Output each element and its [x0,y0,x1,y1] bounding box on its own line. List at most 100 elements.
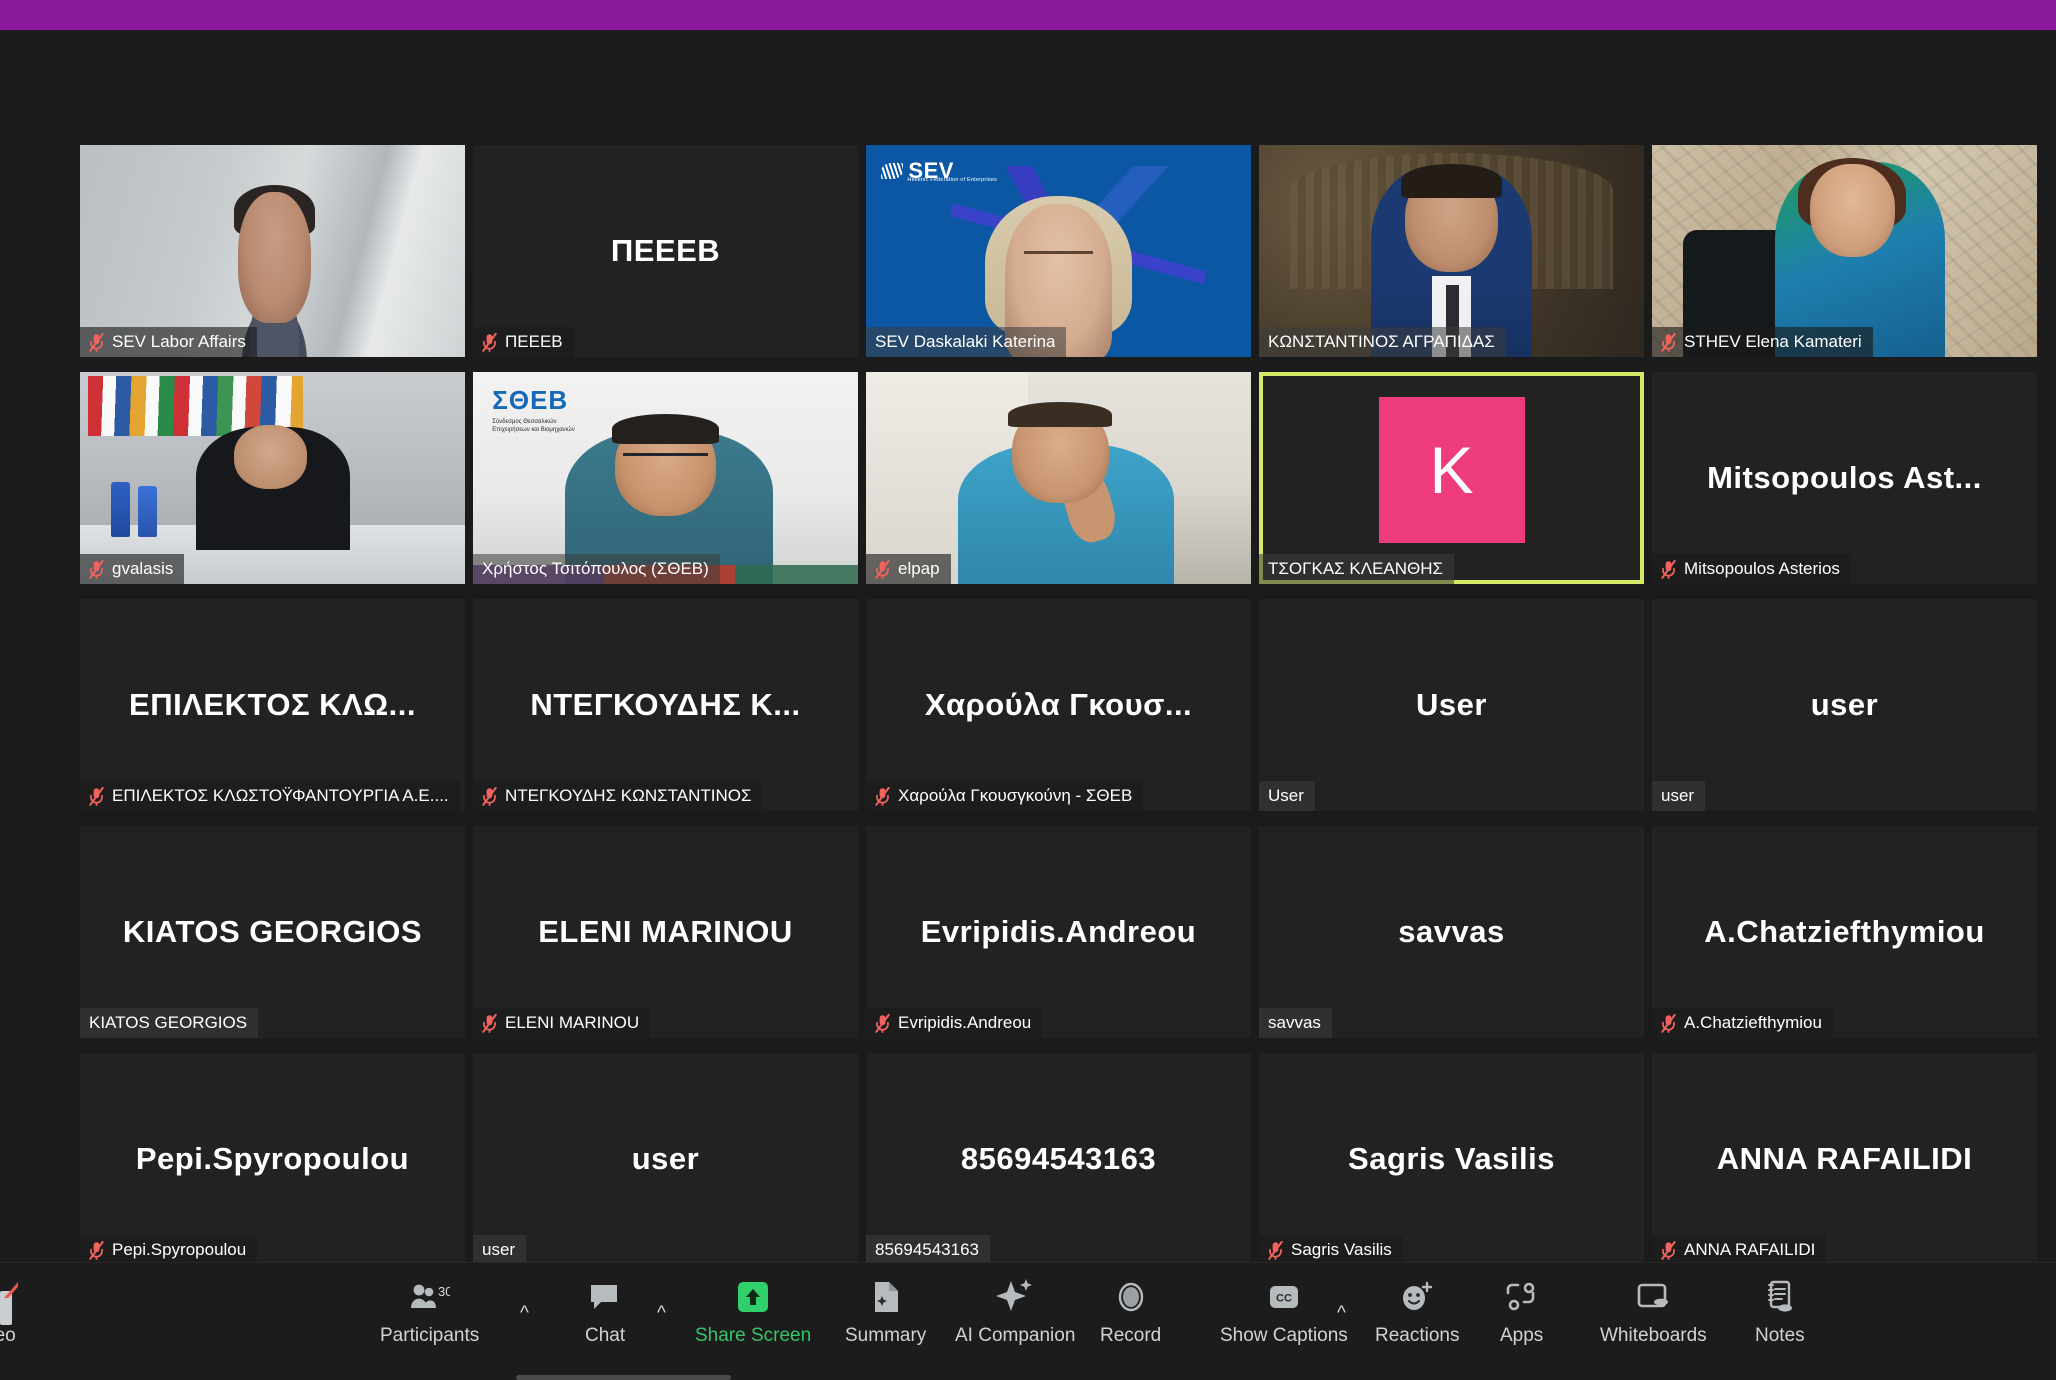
video-stream [1652,145,2037,357]
participant-tile[interactable]: ΠΕΕΕΒ ΠΕΕΕΒ [473,145,858,357]
participant-name: Pepi.Spyropoulou [112,1240,247,1259]
video-button[interactable]: deo [0,1277,16,1347]
gallery-row: SEV Labor Affairs ΠΕΕΕΒ ΠΕΕΕΒ SEV Hellenic F… [80,145,2037,357]
video-stream [80,372,465,584]
participants-caret-icon[interactable]: ^ [520,1303,529,1325]
participant-name: Mitsopoulos Asterios [1684,559,1840,578]
participant-tile[interactable]: user user [1652,599,2037,811]
participant-tile[interactable]: SEV Hellenic Federation of Enterprises SEV… [866,145,1251,357]
mic-muted-icon [1661,332,1676,352]
reactions-button[interactable]: Reactions [1375,1277,1460,1347]
participant-tile[interactable]: savvas savvas [1259,826,1644,1038]
summary-button[interactable]: Summary [845,1277,926,1347]
tile-display-name: KIATOS GEORGIOS [122,914,423,949]
tile-display-name: User [1416,687,1487,722]
ai-sparkle-icon [995,1277,1035,1317]
gallery-row: ΕΠΙΛΕΚΤΟΣ ΚΛΩ... ΕΠΙΛΕΚΤΟΣ ΚΛΩΣΤΟΫΦΑΝΤΟΥΡ… [80,599,2037,811]
video-stream [1259,145,1644,357]
participant-name: KIATOS GEORGIOS [89,1013,248,1032]
tile-display-name: user [1810,687,1879,722]
mic-muted-icon [1661,1013,1676,1033]
participant-tile[interactable]: Mitsopoulos Ast... Mitsopoulos Asterios [1652,372,2037,584]
participant-tile[interactable]: ΚΩΝΣΤΑΝΤΙΝΟΣ ΑΓΡΑΠΙΔΑΣ [1259,145,1644,357]
participant-tile[interactable]: ΣΘΕΒ Σύνδεσμος Θεσσαλικών Επιχειρήσεων και… [473,372,858,584]
participant-name-label: KIATOS GEORGIOS [80,1008,259,1038]
show-captions-label: Show Captions [1220,1325,1348,1346]
participant-name-label: STHEV Elena Kamateri [1652,327,1873,357]
participant-tile[interactable]: ΝΤΕΓΚΟΥΔΗΣ Κ... ΝΤΕΓΚΟΥΔΗΣ ΚΩΝΣΤΑΝΤΙΝΟΣ [473,599,858,811]
participant-tile[interactable]: user user [473,1053,858,1265]
record-label: Record [1100,1325,1162,1346]
tile-display-name: savvas [1398,914,1505,949]
gallery-row: Pepi.Spyropoulou Pepi.Spyropoulou user user… [80,1053,2037,1265]
participants-button[interactable]: 30 Participants [380,1277,479,1347]
mic-muted-icon [1661,1240,1676,1260]
apps-label: Apps [1500,1325,1544,1346]
share-screen-button[interactable]: Share Screen [695,1277,811,1347]
mic-muted-icon [875,559,890,579]
share-screen-icon [734,1277,772,1317]
participant-tile[interactable]: Evripidis.Andreou Evripidis.Andreou [866,826,1251,1038]
horizontal-scrollbar[interactable] [516,1375,731,1380]
mic-muted-icon [875,1013,890,1033]
show-captions-button[interactable]: CC Show Captions [1220,1277,1348,1347]
participant-name: savvas [1268,1013,1321,1032]
tile-display-name: Sagris Vasilis [1348,1141,1555,1176]
mic-muted-icon [89,786,104,806]
notes-label: Notes [1755,1325,1805,1346]
ai-companion-button[interactable]: AI Companion [955,1277,1075,1347]
participant-tile[interactable]: Sagris Vasilis Sagris Vasilis [1259,1053,1644,1265]
participant-name-label: user [1652,781,1706,811]
participant-name: SEV Labor Affairs [112,332,246,351]
participant-name-label: gvalasis [80,554,185,584]
participant-name: ANNA RAFAILIDI [1684,1240,1816,1259]
notes-button[interactable]: Notes [1755,1277,1805,1347]
summary-icon [870,1277,902,1317]
tile-display-name: Pepi.Spyropoulou [135,1141,410,1176]
participants-icon: 30 [410,1277,450,1317]
whiteboards-label: Whiteboards [1600,1325,1707,1346]
participant-tile[interactable]: Pepi.Spyropoulou Pepi.Spyropoulou [80,1053,465,1265]
participant-name: STHEV Elena Kamateri [1684,332,1862,351]
reactions-smiley-icon [1398,1277,1436,1317]
participant-tile[interactable]: SEV Labor Affairs [80,145,465,357]
whiteboards-button[interactable]: Whiteboards [1600,1277,1707,1347]
gallery-row: KIATOS GEORGIOS KIATOS GEORGIOS ELENI MARI… [80,826,2037,1038]
participant-name: user [1661,786,1695,805]
participant-tile[interactable]: ANNA RAFAILIDI ANNA RAFAILIDI [1652,1053,2037,1265]
participant-name-label: elpap [866,554,951,584]
tile-display-name: ELENI MARINOU [538,914,793,949]
mic-muted-icon [89,559,104,579]
chat-caret-icon[interactable]: ^ [657,1303,666,1325]
participant-name: user [482,1240,516,1259]
whiteboard-icon [1634,1277,1672,1317]
participant-tile[interactable]: gvalasis [80,372,465,584]
summary-label: Summary [845,1325,927,1346]
participant-gallery: SEV Labor Affairs ΠΕΕΕΒ ΠΕΕΕΒ SEV Hellenic F… [80,145,2037,1265]
video-label: deo [0,1325,16,1346]
participant-name: ELENI MARINOU [505,1013,640,1032]
apps-button[interactable]: Apps [1500,1277,1543,1347]
meeting-toolbar: deo 30 Participants ^ Chat ^ [0,1262,2056,1380]
participant-name-label: savvas [1259,1008,1332,1038]
notes-icon [1763,1277,1797,1317]
participant-tile[interactable]: User User [1259,599,1644,811]
mic-muted-icon [89,332,104,352]
captions-caret-icon[interactable]: ^ [1337,1303,1346,1325]
participant-tile[interactable]: A.Chatziefthymiou A.Chatziefthymiou [1652,826,2037,1038]
ai-companion-label: AI Companion [955,1325,1076,1346]
participant-tile[interactable]: ΕΠΙΛΕΚΤΟΣ ΚΛΩ... ΕΠΙΛΕΚΤΟΣ ΚΛΩΣΤΟΫΦΑΝΤΟΥΡ… [80,599,465,811]
participant-name-label: ANNA RAFAILIDI [1652,1235,1827,1265]
participant-tile[interactable]: ELENI MARINOU ELENI MARINOU [473,826,858,1038]
participant-tile[interactable]: 85694543163 85694543163 [866,1053,1251,1265]
participant-name: elpap [898,559,940,578]
participant-tile[interactable]: elpap [866,372,1251,584]
participant-tile[interactable]: Χαρούλα Γκουσ... Χαρούλα Γκουσγκούνη - ΣΘ… [866,599,1251,811]
participant-tile[interactable]: STHEV Elena Kamateri [1652,145,2037,357]
participant-tile[interactable]: KIATOS GEORGIOS KIATOS GEORGIOS [80,826,465,1038]
participant-tile[interactable]: K ΤΣΟΓΚΑΣ ΚΛΕΑΝΘΗΣ [1259,372,1644,584]
participant-name: Χαρούλα Γκουσγκούνη - ΣΘΕΒ [898,786,1133,805]
chat-button[interactable]: Chat [585,1277,625,1347]
mic-muted-icon [1661,559,1676,579]
record-button[interactable]: Record [1100,1277,1161,1347]
